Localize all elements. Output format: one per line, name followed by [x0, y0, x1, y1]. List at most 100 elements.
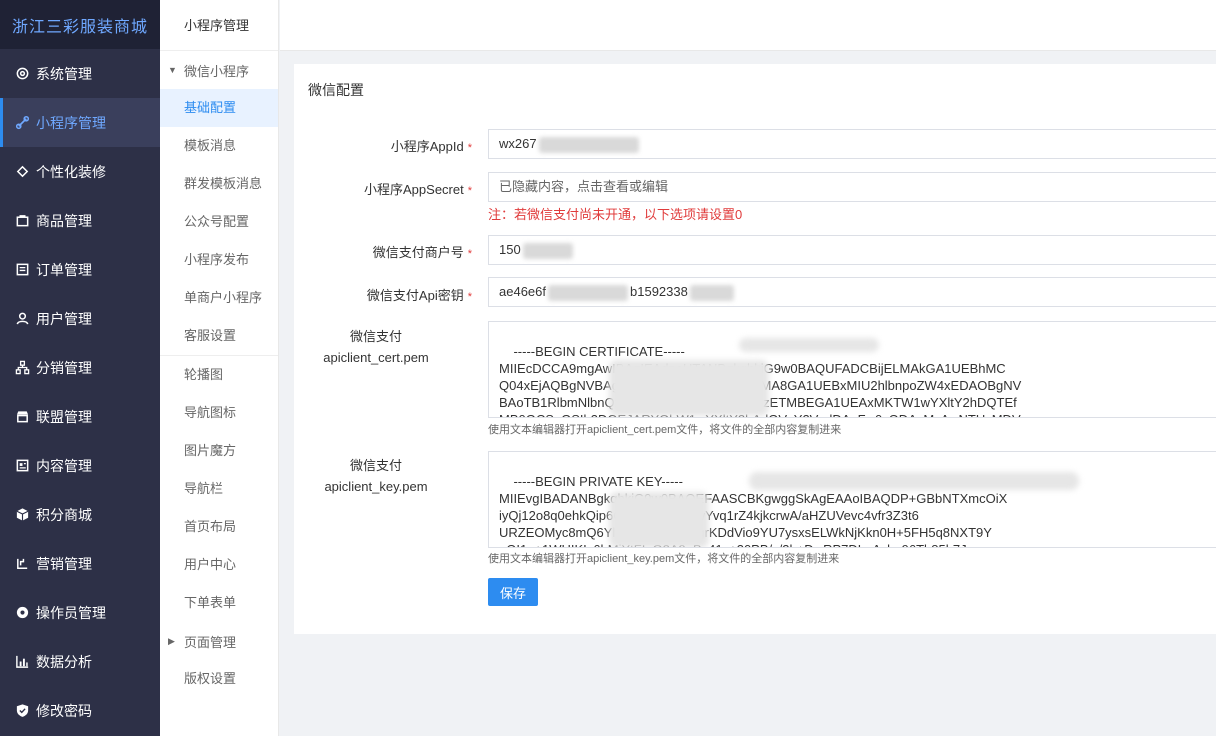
- bag-icon: [14, 213, 30, 229]
- subnav-item-navbar[interactable]: 导航栏: [160, 470, 278, 508]
- subnav-item-banner[interactable]: 轮播图: [160, 356, 278, 394]
- sidebar-item-label: 商品管理: [36, 212, 92, 229]
- merchant-id-label: 微信支付商户号 *: [294, 242, 472, 261]
- blur-mask: [538, 136, 639, 153]
- sidebar-item-label: 分销管理: [36, 359, 92, 376]
- sidebar-item-operators[interactable]: 操作员管理: [0, 588, 160, 637]
- subnav-group-wechat[interactable]: ▼ 微信小程序: [160, 51, 278, 89]
- sidebar-item-label: 修改密码: [36, 702, 92, 719]
- appid-value: wx267: [499, 136, 537, 151]
- blur-mask: [609, 492, 709, 547]
- sidebar-item-system[interactable]: 系统管理: [0, 49, 160, 98]
- sidebar-item-orders[interactable]: 订单管理: [0, 245, 160, 294]
- merchant-id-label-text: 微信支付商户号: [372, 245, 464, 260]
- subnav-item-basic-config[interactable]: 基础配置: [160, 89, 278, 127]
- subnav-item-nav-icons[interactable]: 导航图标: [160, 394, 278, 432]
- cert-label-line2: apiclient_cert.pem: [323, 350, 429, 365]
- marketing-icon: [14, 556, 30, 572]
- sidebar-item-miniprogram[interactable]: 小程序管理: [0, 98, 160, 147]
- cert-label: 微信支付 apiclient_cert.pem: [294, 326, 458, 368]
- subnav-item-copyright[interactable]: 版权设置: [160, 660, 278, 698]
- caret-down-icon: ▼: [168, 65, 177, 75]
- sub-sidebar: 小程序管理 ▼ 微信小程序 基础配置 模板消息 群发模板消息 公众号配置 小程序…: [160, 0, 279, 736]
- sidebar-item-content[interactable]: 内容管理: [0, 441, 160, 490]
- save-button[interactable]: 保存: [488, 578, 538, 606]
- subnav-item-official-account[interactable]: 公众号配置: [160, 203, 278, 241]
- appsecret-label: 小程序AppSecret *: [294, 179, 472, 198]
- operator-icon: [14, 605, 30, 621]
- appid-label-text: 小程序AppId: [390, 139, 464, 154]
- appid-label: 小程序AppId *: [294, 136, 472, 155]
- top-header: [280, 0, 1216, 51]
- sidebar-item-analytics[interactable]: 数据分析: [0, 637, 160, 686]
- sidebar-item-label: 积分商城: [36, 506, 92, 523]
- content-icon: [14, 458, 30, 474]
- sidebar-item-label: 个性化装修: [36, 163, 106, 180]
- subnav-item-user-center[interactable]: 用户中心: [160, 546, 278, 584]
- required-mark: *: [467, 291, 472, 303]
- subnav-item-mass-template-msg[interactable]: 群发模板消息: [160, 165, 278, 203]
- link-icon: [14, 115, 30, 131]
- brand-title: 浙江三彩服装商城: [0, 0, 160, 49]
- key-textarea[interactable]: -----BEGIN PRIVATE KEY----- MIIEvgIBADAN…: [488, 451, 1216, 548]
- subnav-item-home-layout[interactable]: 首页布局: [160, 508, 278, 546]
- panel-title: 微信配置: [308, 82, 364, 98]
- sidebar-item-label: 营销管理: [36, 555, 92, 572]
- org-icon: [14, 360, 30, 376]
- subnav-group-label: 微信小程序: [184, 63, 250, 79]
- sidebar-item-label: 订单管理: [36, 261, 92, 278]
- api-key-value-end: b1592338: [630, 284, 688, 299]
- key-label: 微信支付 apiclient_key.pem: [294, 455, 458, 497]
- key-label-line1: 微信支付: [349, 458, 402, 473]
- sidebar-item-points-mall[interactable]: 积分商城: [0, 490, 160, 539]
- sidebar-item-label: 内容管理: [36, 457, 92, 474]
- sidebar-item-label: 数据分析: [36, 653, 92, 670]
- blur-mask: [609, 360, 769, 416]
- wechat-config-panel: 微信配置 小程序AppId * wx267 小程序AppSecret * 已隐藏内容…: [294, 64, 1216, 634]
- sidebar-item-label: 用户管理: [36, 310, 92, 327]
- api-key-label-text: 微信支付Api密钥: [366, 288, 464, 303]
- cert-hint: 使用文本编辑器打开apiclient_cert.pem文件，将文件的全部内容复制…: [488, 424, 842, 436]
- cube-icon: [14, 507, 30, 523]
- sidebar-item-users[interactable]: 用户管理: [0, 294, 160, 343]
- caret-right-icon: ▶: [168, 635, 175, 646]
- subnav-item-order-form[interactable]: 下单表单: [160, 584, 278, 622]
- subnav-title: 小程序管理: [160, 0, 278, 51]
- payment-warning: 注：若微信支付尚未开通，以下选项请设置0: [488, 207, 743, 222]
- sidebar-item-label: 联盟管理: [36, 408, 92, 425]
- blur-mask: [739, 338, 879, 352]
- brush-icon: [14, 164, 30, 180]
- appid-input[interactable]: wx267: [488, 129, 1216, 159]
- api-key-input[interactable]: ae46e6f b1592338: [488, 277, 1216, 307]
- subnav-item-publish[interactable]: 小程序发布: [160, 241, 278, 279]
- user-icon: [14, 311, 30, 327]
- shield-icon: [14, 703, 30, 719]
- sidebar-item-marketing[interactable]: 营销管理: [0, 539, 160, 588]
- merchant-id-input[interactable]: 150: [488, 235, 1216, 265]
- cert-label-line1: 微信支付: [349, 329, 402, 344]
- store-icon: [14, 409, 30, 425]
- blur-mask: [689, 284, 734, 301]
- subnav-item-template-msg[interactable]: 模板消息: [160, 127, 278, 165]
- sidebar-item-distribution[interactable]: 分销管理: [0, 343, 160, 392]
- appsecret-input[interactable]: 已隐藏内容，点击查看或编辑: [488, 172, 1216, 202]
- sidebar-item-decoration[interactable]: 个性化装修: [0, 147, 160, 196]
- required-mark: *: [467, 185, 472, 197]
- sidebar-item-label: 小程序管理: [36, 114, 106, 131]
- required-mark: *: [467, 142, 472, 154]
- gear-icon: [14, 66, 30, 82]
- main-sidebar: 浙江三彩服装商城 系统管理 小程序管理 个性化装修 商品管理 订单管理 用户管理…: [0, 0, 160, 736]
- sidebar-item-goods[interactable]: 商品管理: [0, 196, 160, 245]
- subnav-item-customer-service[interactable]: 客服设置: [160, 317, 278, 355]
- subnav-group-pages[interactable]: ▶ 页面管理: [160, 622, 278, 660]
- subnav-item-image-cube[interactable]: 图片魔方: [160, 432, 278, 470]
- cert-textarea[interactable]: -----BEGIN CERTIFICATE----- MIIEcDCCA9mg…: [488, 321, 1216, 418]
- sidebar-item-alliance[interactable]: 联盟管理: [0, 392, 160, 441]
- merchant-id-value: 150: [499, 242, 521, 257]
- sidebar-item-change-password[interactable]: 修改密码: [0, 686, 160, 735]
- subnav-item-single-merchant[interactable]: 单商户小程序: [160, 279, 278, 317]
- key-hint: 使用文本编辑器打开apiclient_key.pem文件，将文件的全部内容复制进…: [488, 553, 840, 565]
- api-key-label: 微信支付Api密钥 *: [294, 285, 472, 304]
- blur-mask: [749, 472, 1079, 490]
- blur-mask: [548, 284, 628, 301]
